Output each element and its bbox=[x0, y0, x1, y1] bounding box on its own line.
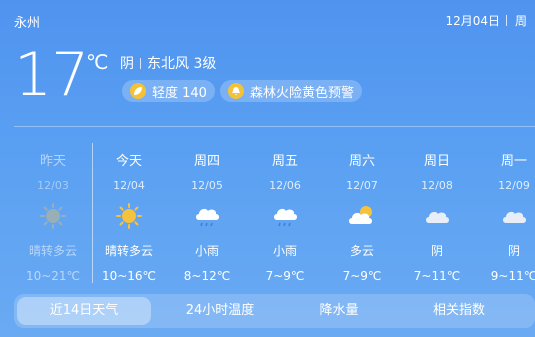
day-condition: 阴 bbox=[507, 244, 520, 258]
day-date: 12/03 bbox=[37, 179, 69, 192]
day-name: 今天 bbox=[115, 154, 142, 169]
forecast-day[interactable]: 昨天 12/03 晴转多云 10~21℃ bbox=[14, 150, 92, 283]
day-name: 周日 bbox=[423, 154, 450, 169]
day-temp-range: 7~9℃ bbox=[265, 269, 305, 283]
day-condition: 晴转多云 bbox=[28, 244, 77, 258]
aqi-text: 轻度 140 bbox=[152, 85, 207, 101]
day-date: 12/06 bbox=[269, 179, 301, 192]
day-name: 周一 bbox=[500, 154, 527, 169]
forecast-day[interactable]: 周日 12/08 阴 7~11℃ bbox=[398, 150, 476, 283]
day-date: 12/08 bbox=[421, 179, 453, 192]
cloud-icon bbox=[398, 198, 476, 234]
rain-cloud-icon bbox=[246, 198, 324, 234]
leaf-icon bbox=[130, 83, 146, 99]
current-temperature: 17 bbox=[14, 40, 89, 110]
current-wind: 东北风 3级 bbox=[147, 56, 217, 72]
weekday-partial: 周 bbox=[515, 14, 528, 28]
alert-badge[interactable]: 森林火险黄色预警 bbox=[220, 80, 363, 102]
forecast-day[interactable]: 周一 12/09 阴 9~11℃ bbox=[475, 150, 535, 283]
header-date: 12月04日 bbox=[445, 12, 513, 29]
tab-related-index[interactable]: 相关指数 bbox=[389, 297, 529, 325]
day-condition: 阴 bbox=[430, 244, 443, 258]
city-name[interactable]: 永州 bbox=[14, 12, 40, 31]
divider bbox=[140, 58, 141, 69]
forecast-day[interactable]: 今天 12/04 晴转多云 10~16℃ bbox=[90, 150, 168, 283]
current-condition: 阴 bbox=[120, 56, 134, 72]
bell-icon bbox=[228, 83, 244, 99]
forecast-day[interactable]: 周五 12/06 小雨 7~9℃ bbox=[246, 150, 324, 283]
day-name: 周四 bbox=[193, 154, 220, 169]
day-condition: 小雨 bbox=[272, 244, 297, 258]
rain-cloud-icon bbox=[168, 198, 246, 234]
forecast-day[interactable]: 周四 12/05 小雨 8~12℃ bbox=[168, 150, 246, 283]
cloud-icon bbox=[475, 198, 535, 234]
temperature-unit: ℃ bbox=[86, 50, 109, 74]
day-date: 12/09 bbox=[498, 179, 530, 192]
tab-bar: 近14日天气 24小时温度 降水量 相关指数 bbox=[14, 294, 535, 328]
divider bbox=[506, 15, 507, 26]
day-temp-range: 7~9℃ bbox=[342, 269, 382, 283]
day-temp-range: 8~12℃ bbox=[183, 269, 231, 283]
forecast-day[interactable]: 周六 12/07 多云 7~9℃ bbox=[323, 150, 401, 283]
day-temp-range: 10~21℃ bbox=[25, 269, 81, 283]
day-temp-range: 10~16℃ bbox=[101, 269, 157, 283]
day-date: 12/07 bbox=[346, 179, 378, 192]
date-text: 12月04日 bbox=[445, 14, 500, 28]
day-condition: 晴转多云 bbox=[104, 244, 153, 258]
divider-line bbox=[14, 126, 535, 127]
day-condition: 多云 bbox=[349, 244, 374, 258]
day-name: 周六 bbox=[348, 154, 375, 169]
sun-icon bbox=[90, 198, 168, 234]
day-condition: 小雨 bbox=[194, 244, 219, 258]
tab-24-hour-temp[interactable]: 24小时温度 bbox=[151, 297, 289, 325]
day-date: 12/05 bbox=[191, 179, 223, 192]
day-temp-range: 9~11℃ bbox=[490, 269, 535, 283]
day-date: 12/04 bbox=[113, 179, 145, 192]
partly-cloudy-icon bbox=[323, 198, 401, 234]
current-condition-line: 阴东北风 3级 bbox=[120, 53, 216, 73]
aqi-badge[interactable]: 轻度 140 bbox=[122, 80, 215, 102]
alert-text: 森林火险黄色预警 bbox=[250, 85, 355, 101]
day-name: 昨天 bbox=[39, 154, 66, 169]
day-temp-range: 7~11℃ bbox=[413, 269, 461, 283]
sun-icon bbox=[14, 198, 92, 234]
day-name: 周五 bbox=[271, 154, 298, 169]
tab-14-day[interactable]: 近14日天气 bbox=[17, 297, 151, 325]
tab-precipitation[interactable]: 降水量 bbox=[289, 297, 389, 325]
